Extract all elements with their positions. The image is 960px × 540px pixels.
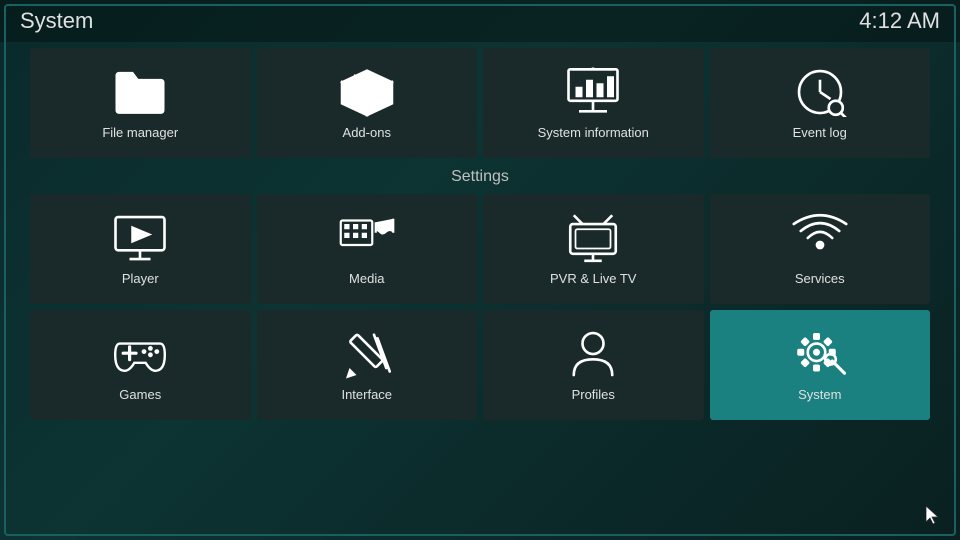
tile-system[interactable]: System bbox=[710, 310, 931, 420]
tile-event-log[interactable]: Event log bbox=[710, 48, 931, 158]
settings-row-1: Player Media bbox=[30, 194, 930, 304]
tile-profiles-label: Profiles bbox=[572, 387, 615, 402]
services-icon bbox=[792, 213, 848, 263]
profile-icon bbox=[565, 329, 621, 379]
tv-icon bbox=[565, 213, 621, 263]
tile-player-label: Player bbox=[122, 271, 159, 286]
event-log-icon bbox=[792, 67, 848, 117]
tile-media-label: Media bbox=[349, 271, 384, 286]
clock: 4:12 AM bbox=[859, 8, 940, 34]
tile-file-manager[interactable]: File manager bbox=[30, 48, 251, 158]
folder-icon bbox=[112, 67, 168, 117]
interface-icon bbox=[339, 329, 395, 379]
media-icon bbox=[339, 213, 395, 263]
tile-games-label: Games bbox=[119, 387, 161, 402]
tile-interface-label: Interface bbox=[341, 387, 392, 402]
tile-system-information[interactable]: System information bbox=[483, 48, 704, 158]
system-icon bbox=[792, 329, 848, 379]
mouse-cursor bbox=[926, 506, 942, 526]
presentation-icon bbox=[565, 67, 621, 117]
tile-media[interactable]: Media bbox=[257, 194, 478, 304]
app-title: System bbox=[20, 8, 93, 34]
tile-system-label: System bbox=[798, 387, 841, 402]
gamepad-icon bbox=[112, 329, 168, 379]
tile-services[interactable]: Services bbox=[710, 194, 931, 304]
tile-interface[interactable]: Interface bbox=[257, 310, 478, 420]
tile-services-label: Services bbox=[795, 271, 845, 286]
content-area: File manager Add-ons bbox=[0, 42, 960, 430]
tile-file-manager-label: File manager bbox=[102, 125, 178, 140]
tile-games[interactable]: Games bbox=[30, 310, 251, 420]
tile-system-info-label: System information bbox=[538, 125, 649, 140]
settings-rows: Player Media bbox=[30, 194, 930, 420]
tile-pvr-label: PVR & Live TV bbox=[550, 271, 636, 286]
box-icon bbox=[339, 67, 395, 117]
tile-add-ons[interactable]: Add-ons bbox=[257, 48, 478, 158]
tile-player[interactable]: Player bbox=[30, 194, 251, 304]
player-icon bbox=[112, 213, 168, 263]
settings-row-2: Games Interface bbox=[30, 310, 930, 420]
settings-section-label: Settings bbox=[30, 168, 930, 186]
header: System 4:12 AM bbox=[0, 0, 960, 42]
tile-add-ons-label: Add-ons bbox=[343, 125, 391, 140]
top-row: File manager Add-ons bbox=[30, 48, 930, 158]
tile-event-log-label: Event log bbox=[793, 125, 847, 140]
tile-pvr[interactable]: PVR & Live TV bbox=[483, 194, 704, 304]
tile-profiles[interactable]: Profiles bbox=[483, 310, 704, 420]
